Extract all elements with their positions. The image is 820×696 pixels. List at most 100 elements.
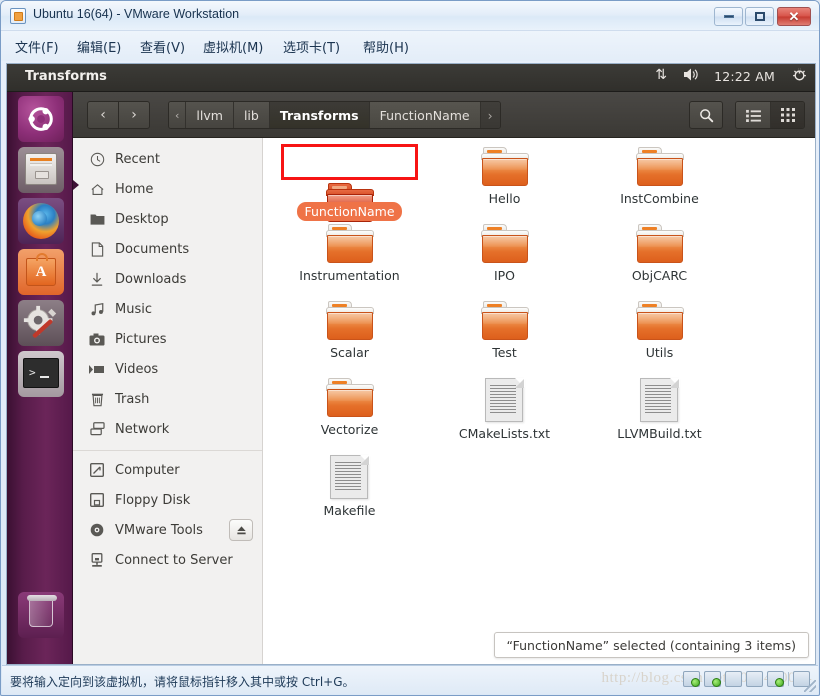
disc-icon — [87, 523, 107, 537]
grid-view-button[interactable] — [770, 102, 804, 128]
folder-icon — [480, 301, 529, 341]
folder-icon — [325, 182, 374, 222]
maximize-button[interactable] — [745, 7, 774, 26]
menu-edit[interactable]: 编辑(E) — [77, 37, 121, 56]
sidebar-item-computer[interactable]: Computer — [73, 455, 262, 485]
launcher-ubuntu-software[interactable]: A — [18, 249, 64, 295]
cdrom-device-icon[interactable] — [704, 671, 721, 687]
launcher-system-settings[interactable] — [18, 300, 64, 346]
nautilus-content-view[interactable]: FunctionName Hello InstCombine Instrumen… — [264, 138, 815, 664]
folder-icon — [325, 224, 374, 264]
file-label: FunctionName — [297, 202, 402, 221]
nautilus-sidebar: Recent Home Desktop Documents Downloads … — [73, 138, 263, 664]
sidebar-label: Floppy Disk — [115, 492, 191, 508]
launcher-files[interactable] — [18, 147, 64, 193]
search-button[interactable] — [689, 101, 723, 129]
sidebar-item-network[interactable]: Network — [73, 414, 262, 444]
file-item-functionname[interactable]: FunctionName — [272, 144, 427, 222]
file-item-llvmbuild[interactable]: LLVMBuild.txt — [582, 375, 737, 452]
ubuntu-guest-screen[interactable]: Transforms ⇅ 12:22 AM A > ‹ › ‹ llvm lib… — [6, 63, 816, 665]
document-icon — [639, 378, 680, 422]
network-device-icon[interactable] — [767, 671, 784, 687]
launcher-terminal[interactable]: > — [18, 351, 64, 397]
terminal-icon: > — [23, 358, 59, 388]
file-item-vectorize[interactable]: Vectorize — [272, 375, 427, 452]
file-icon-grid: FunctionName Hello InstCombine Instrumen… — [264, 138, 815, 529]
file-item-instcombine[interactable]: InstCombine — [582, 144, 737, 221]
sidebar-item-pictures[interactable]: Pictures — [73, 324, 262, 354]
resize-grip[interactable] — [804, 680, 816, 692]
breadcrumb-item-functionname[interactable]: FunctionName — [369, 102, 481, 128]
breadcrumb-item-llvm[interactable]: llvm — [186, 102, 234, 128]
file-item-scalar[interactable]: Scalar — [272, 298, 427, 375]
launcher-trash[interactable] — [18, 592, 64, 638]
network-icon — [87, 422, 107, 436]
close-button[interactable]: ✕ — [777, 7, 811, 26]
breadcrumb-prev-button[interactable]: ‹ — [169, 102, 187, 128]
sidebar-item-documents[interactable]: Documents — [73, 234, 262, 264]
sidebar-item-trash[interactable]: Trash — [73, 384, 262, 414]
menu-vm[interactable]: 虚拟机(M) — [203, 37, 263, 56]
trash-icon — [87, 392, 107, 407]
sidebar-item-downloads[interactable]: Downloads — [73, 264, 262, 294]
session-menu-icon[interactable] — [792, 67, 807, 86]
back-button[interactable]: ‹ — [87, 101, 119, 129]
files-icon — [25, 153, 57, 185]
sidebar-label: Pictures — [115, 331, 167, 347]
menu-view[interactable]: 查看(V) — [140, 37, 185, 56]
window-title: Ubuntu 16(64) - VMware Workstation — [33, 7, 240, 21]
breadcrumb-next-button[interactable]: › — [480, 102, 500, 128]
menu-tabs[interactable]: 选项卡(T) — [283, 37, 340, 56]
vmware-workstation-window: Ubuntu 16(64) - VMware Workstation ✕ 文件(… — [0, 0, 820, 696]
file-item-instrumentation[interactable]: Instrumentation — [272, 221, 427, 298]
sidebar-item-home[interactable]: Home — [73, 174, 262, 204]
minimize-button[interactable] — [714, 7, 743, 26]
file-item-ipo[interactable]: IPO — [427, 221, 582, 298]
file-item-test[interactable]: Test — [427, 298, 582, 375]
sidebar-item-recent[interactable]: Recent — [73, 144, 262, 174]
selection-outline — [281, 144, 418, 180]
sidebar-item-desktop[interactable]: Desktop — [73, 204, 262, 234]
file-item-utils[interactable]: Utils — [582, 298, 737, 375]
cdrom2-device-icon[interactable] — [725, 671, 742, 687]
file-label: ObjCARC — [631, 268, 688, 283]
grid-view-icon — [780, 108, 795, 122]
sidebar-item-connect-to-server[interactable]: Connect to Server — [73, 545, 262, 575]
floppy-device-icon[interactable] — [746, 671, 763, 687]
view-mode-group — [735, 101, 805, 129]
settings-gear-wrench-icon — [23, 305, 57, 338]
file-item-hello[interactable]: Hello — [427, 144, 582, 221]
breadcrumb-item-transforms[interactable]: Transforms — [269, 102, 370, 128]
menu-file[interactable]: 文件(F) — [15, 37, 59, 56]
file-item-cmakelists[interactable]: CMakeLists.txt — [427, 375, 582, 452]
sidebar-item-music[interactable]: Music — [73, 294, 262, 324]
sidebar-item-videos[interactable]: Videos — [73, 354, 262, 384]
list-view-button[interactable] — [736, 102, 770, 128]
vm-input-hint: 要将输入定向到该虚拟机，请将鼠标指针移入其中或按 Ctrl+G。 — [10, 675, 355, 689]
sidebar-label: Downloads — [115, 271, 187, 287]
video-icon — [87, 364, 107, 375]
file-label: Test — [492, 345, 517, 360]
launcher-dash[interactable] — [18, 96, 64, 142]
sidebar-item-floppy-disk[interactable]: Floppy Disk — [73, 485, 262, 515]
menu-help[interactable]: 帮助(H) — [363, 37, 409, 56]
clock[interactable]: 12:22 AM — [714, 69, 775, 84]
file-item-makefile[interactable]: Makefile — [272, 452, 427, 529]
sidebar-label: Desktop — [115, 211, 169, 227]
tray-divider — [788, 672, 789, 686]
folder-icon — [480, 224, 529, 264]
forward-button[interactable]: › — [118, 101, 150, 129]
folder-icon — [635, 224, 684, 264]
file-item-objcarc[interactable]: ObjCARC — [582, 221, 737, 298]
file-label: Makefile — [323, 503, 376, 518]
volume-icon[interactable] — [683, 67, 699, 86]
breadcrumb-item-lib[interactable]: lib — [233, 102, 270, 128]
network-icon[interactable]: ⇅ — [655, 67, 667, 83]
clock-icon — [87, 152, 107, 167]
harddisk-device-icon[interactable] — [683, 671, 700, 687]
sidebar-item-vmware-tools[interactable]: VMware Tools — [73, 515, 262, 545]
speaker-icon — [684, 68, 698, 81]
eject-button[interactable] — [229, 519, 253, 541]
sidebar-label: VMware Tools — [115, 522, 203, 538]
launcher-firefox[interactable] — [18, 198, 64, 244]
